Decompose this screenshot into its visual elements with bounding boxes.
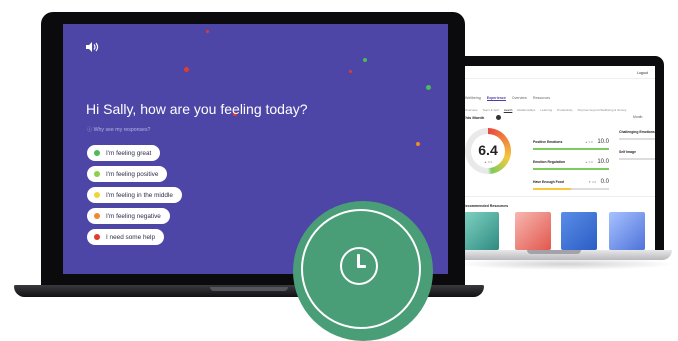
dashboard-topbar: Logout xyxy=(441,66,655,79)
resources-title: Recommended Resources xyxy=(463,204,509,208)
chat-laptop-notch xyxy=(210,287,288,291)
metric-self-image: Self Image xyxy=(619,150,636,154)
option-feeling-middle[interactable]: I'm feeling in the middle xyxy=(87,187,182,203)
confetti-dot xyxy=(349,70,352,73)
score-change: ▲ 0.3 xyxy=(484,160,492,164)
subtab-learning[interactable]: Learning xyxy=(540,108,552,112)
clock-hand xyxy=(357,265,366,268)
dashboard-tabs: Wellbeing Experience Overview Resources xyxy=(465,86,655,101)
option-feeling-great[interactable]: I'm feeling great xyxy=(87,145,161,161)
period-select[interactable]: Month xyxy=(633,115,642,119)
option-feeling-negative[interactable]: I'm feeling negative xyxy=(87,208,170,224)
option-label: I need some help xyxy=(106,233,156,241)
logout-link[interactable]: Logout xyxy=(637,71,648,75)
subtab-relationships[interactable]: Relationships xyxy=(517,108,535,112)
metric-score: 0.0 xyxy=(600,179,609,185)
metric-emotion-regulation: Emotion Regulation ▲ 0.8 10.0 xyxy=(533,150,609,170)
subtab-purpose-beyond-wellbeing-survey[interactable]: Purpose beyond Wellbeing & Survey xyxy=(578,108,627,112)
why-see-responses-link[interactable]: ⓘ Why see my responses? xyxy=(87,126,150,133)
option-label: I'm feeling negative xyxy=(106,212,161,220)
option-label: I'm feeling great xyxy=(106,149,152,157)
period-title: This Month xyxy=(463,115,485,120)
confetti-dot xyxy=(416,142,420,146)
score-value: 6.4 xyxy=(478,142,498,158)
confetti-dot xyxy=(363,58,367,62)
status-dot xyxy=(94,171,100,177)
subtab-team-self[interactable]: Team & Self xyxy=(483,108,499,112)
metric-bar xyxy=(619,158,655,160)
metric-bar-fill xyxy=(533,188,571,190)
option-label: I'm feeling in the middle xyxy=(106,191,173,199)
metric-challenging-emotions: Challenging Emotions xyxy=(619,130,655,134)
metric-label: Emotion Regulation xyxy=(533,160,566,164)
metric-bar xyxy=(619,138,655,140)
resource-card[interactable] xyxy=(609,212,645,250)
confetti-dot xyxy=(184,67,189,72)
resource-card[interactable] xyxy=(463,212,499,250)
status-dot xyxy=(94,192,100,198)
metric-change: ▼ 0.6 xyxy=(588,180,597,184)
confetti-dot xyxy=(426,85,431,90)
status-dot xyxy=(94,213,100,219)
subtab-health[interactable]: Health xyxy=(504,108,513,112)
metric-score: 10.0 xyxy=(597,159,609,165)
metric-positive-emotions: Positive Emotions ▲ 0.8 10.0 xyxy=(533,130,609,150)
speaker-icon[interactable] xyxy=(85,41,99,53)
greeting-title: Hi Sally, how are you feeling today? xyxy=(86,101,308,117)
status-dot xyxy=(94,234,100,240)
dashboard-subtabs: Overview Team & Self Health Relationships Le… xyxy=(465,98,655,112)
resource-card[interactable] xyxy=(515,212,551,250)
metric-label: Positive Emotions xyxy=(533,140,563,144)
dashboard-screen: Logout Wellbeing Experience Overview Resour… xyxy=(441,66,655,250)
metric-have-enough-food: Have Enough Food ▼ 0.6 0.0 xyxy=(533,170,609,190)
option-label: I'm feeling positive xyxy=(106,170,159,178)
resource-card[interactable] xyxy=(561,212,597,250)
option-need-help[interactable]: I need some help xyxy=(87,229,165,245)
metric-bar xyxy=(533,188,609,190)
subtab-overview[interactable]: Overview xyxy=(465,108,478,112)
status-dot xyxy=(94,150,100,156)
confetti-dot xyxy=(206,30,209,33)
dashboard-laptop-notch xyxy=(527,250,581,254)
metric-label: Have Enough Food xyxy=(533,180,564,184)
info-icon xyxy=(496,115,501,120)
metric-change: ▲ 0.8 xyxy=(584,160,593,164)
metric-score: 10.0 xyxy=(597,139,609,145)
metric-change: ▲ 0.8 xyxy=(584,140,593,144)
divider xyxy=(459,196,655,197)
subtab-productivity[interactable]: Productivity xyxy=(557,108,573,112)
option-feeling-positive[interactable]: I'm feeling positive xyxy=(87,166,168,182)
